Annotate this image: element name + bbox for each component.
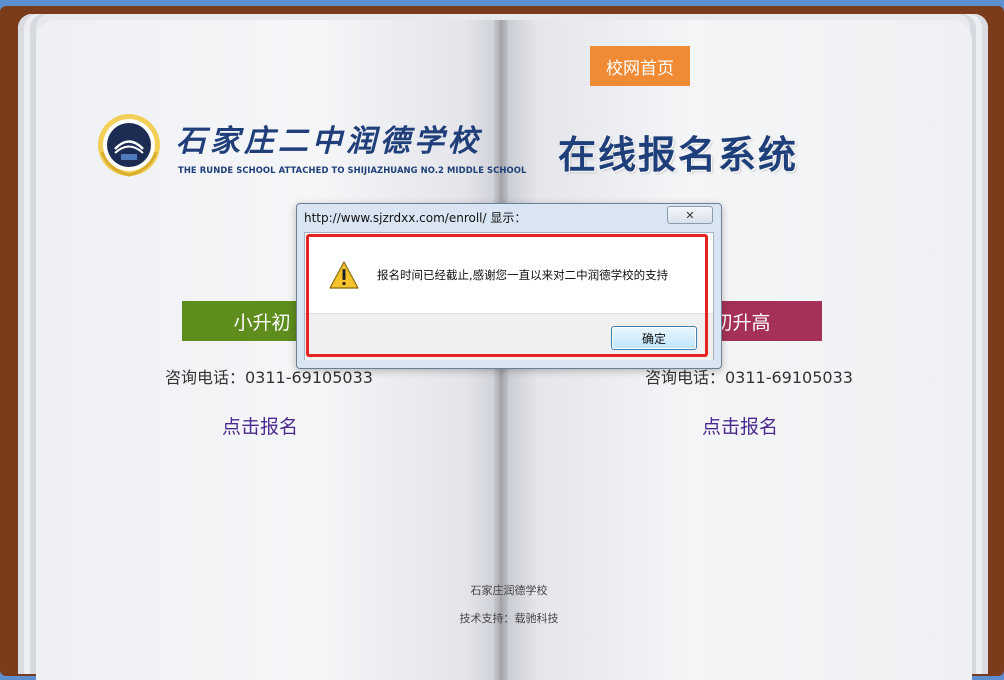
close-icon[interactable]: ✕ [667,206,713,224]
school-emblem-icon [98,114,160,177]
school-english-name: THE RUNDE SCHOOL ATTACHED TO SHIJIAZHUAN… [178,165,527,175]
dialog-body: 报名时间已经截止,感谢您一直以来对二中润德学校的支持 确定 [304,232,714,360]
footer-tech-support: 技术支持：载驰科技 [459,612,559,625]
ok-button[interactable]: 确定 [611,326,697,350]
school-name: 石家庄二中润德学校 [176,124,482,159]
signup-link-right[interactable]: 点击报名 [702,412,778,439]
dialog-title: http://www.sjzrdxx.com/enroll/ 显示： [304,211,527,225]
dialog-button-bar: 确定 [305,313,713,360]
dialog-message-area: 报名时间已经截止,感谢您一直以来对二中润德学校的支持 [305,233,713,313]
alert-dialog: http://www.sjzrdxx.com/enroll/ 显示： ✕ 报名时… [296,203,722,369]
page-title: 在线报名系统 [558,133,799,177]
warning-icon [329,261,359,289]
signup-link-left[interactable]: 点击报名 [222,412,298,439]
home-button[interactable]: 校网首页 [590,46,690,86]
footer-school-name: 石家庄润德学校 [470,584,548,597]
dialog-message: 报名时间已经截止,感谢您一直以来对二中润德学校的支持 [377,268,669,282]
